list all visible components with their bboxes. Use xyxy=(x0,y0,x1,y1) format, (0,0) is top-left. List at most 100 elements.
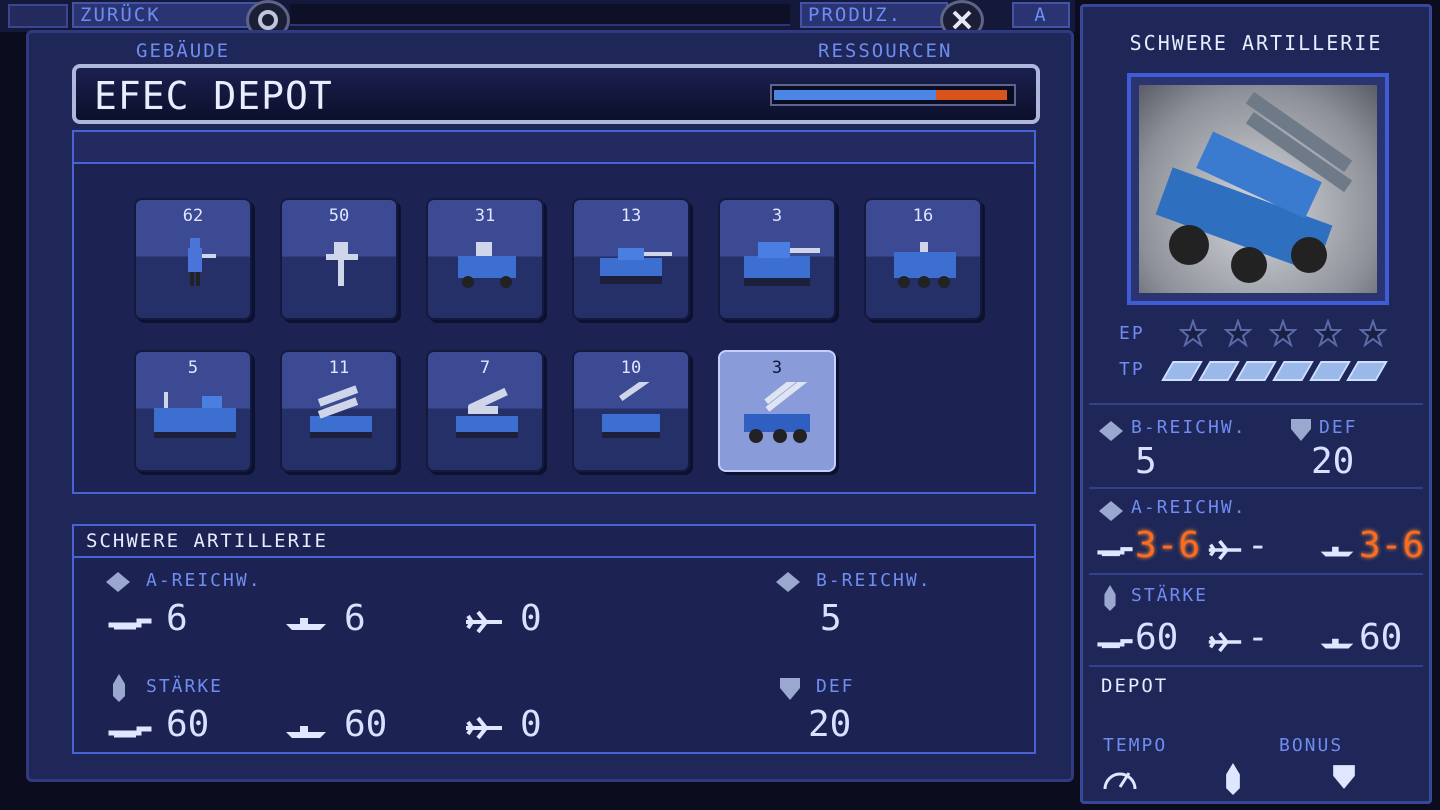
resources-label: RESSOURCEN xyxy=(818,40,953,62)
strength-label: STÄRKE xyxy=(146,676,224,697)
a-range-air: 0 xyxy=(520,598,542,639)
top-bar-strip xyxy=(290,4,790,26)
strength-ground: 60 xyxy=(166,704,210,745)
a-range-ground: 6 xyxy=(166,598,188,639)
unit-count: 10 xyxy=(620,358,642,378)
unit-count: 16 xyxy=(912,206,934,226)
right-strength-sea: 60 xyxy=(1359,617,1403,658)
sea-unit-icon-right xyxy=(1320,546,1354,557)
unit-card-apc[interactable]: 16 xyxy=(864,198,982,320)
right-strength-air: - xyxy=(1247,617,1269,658)
unit-card-tank[interactable]: 3 xyxy=(718,198,836,320)
star-icon xyxy=(1224,319,1252,347)
tp-label: TP xyxy=(1119,359,1145,380)
top-bar: ZURÜCK PRODUZ. A xyxy=(0,0,1075,40)
star-icon xyxy=(1179,319,1207,347)
tp-segment xyxy=(1235,361,1277,381)
unit-count: 7 xyxy=(479,358,491,378)
top-bar-left-stub xyxy=(8,4,68,28)
multi-launcher-icon xyxy=(296,382,386,452)
unit-card-multi-launcher[interactable]: 11 xyxy=(280,350,398,472)
tempo-label: TEMPO xyxy=(1103,735,1168,756)
close-icon xyxy=(952,10,972,30)
unit-count: 3 xyxy=(771,206,783,226)
unit-count: 62 xyxy=(182,206,204,226)
def-label: DEF xyxy=(816,676,855,697)
range-icon xyxy=(106,572,130,592)
unit-card-missile-tank[interactable]: 7 xyxy=(426,350,544,472)
b-range-icon xyxy=(776,572,800,592)
a-range-icon-right xyxy=(1099,501,1123,521)
right-def-value: 20 xyxy=(1311,441,1355,482)
unit-card-mech-infantry[interactable]: 50 xyxy=(280,198,398,320)
strength-sea: 60 xyxy=(344,704,388,745)
ground-unit-icon-right xyxy=(1097,547,1133,557)
unit-count: 31 xyxy=(474,206,496,226)
detail-title: SCHWERE ARTILLERIE xyxy=(74,526,1034,558)
circle-icon xyxy=(258,10,278,30)
right-a-range-ground: 3-6 xyxy=(1135,525,1201,566)
strength-rocket-icon-right xyxy=(1104,585,1116,611)
ground-unit-icon-right-2 xyxy=(1097,639,1133,649)
strength-air: 0 xyxy=(520,704,542,745)
rocket-truck-icon xyxy=(150,382,240,452)
right-def-label: DEF xyxy=(1319,417,1358,438)
right-b-range-value: 5 xyxy=(1135,441,1157,482)
rocket-icon xyxy=(113,674,125,702)
light-tank-icon xyxy=(588,230,678,300)
heavy-artillery-icon xyxy=(734,364,824,452)
mech-infantry-icon xyxy=(296,230,386,300)
artillery-icon xyxy=(588,367,678,452)
missile-tank-icon xyxy=(442,382,532,452)
unit-portrait-image xyxy=(1139,85,1377,293)
heavy-artillery-image xyxy=(1155,91,1353,283)
separator xyxy=(1089,487,1423,489)
resource-fill-blue xyxy=(774,90,936,100)
depot-label: DEPOT xyxy=(1101,675,1169,697)
sea-unit-icon-right-2 xyxy=(1320,638,1354,649)
air-unit-icon-2 xyxy=(466,716,502,740)
tp-segment xyxy=(1346,361,1388,381)
unit-card-rocket-truck[interactable]: 5 xyxy=(134,350,252,472)
speedometer-icon xyxy=(1103,772,1137,790)
unit-portrait xyxy=(1127,73,1389,305)
tp-segment xyxy=(1198,361,1240,381)
building-label: GEBÄUDE xyxy=(136,40,231,62)
sea-unit-icon xyxy=(286,618,326,630)
produce-button[interactable]: PRODUZ. xyxy=(800,2,948,28)
right-a-range-air: - xyxy=(1247,525,1269,566)
unit-card-infantry[interactable]: 62 xyxy=(134,198,252,320)
unit-card-jeep[interactable]: 31 xyxy=(426,198,544,320)
ep-label: EP xyxy=(1119,323,1145,344)
unit-card-artillery[interactable]: 10 xyxy=(572,350,690,472)
air-unit-icon xyxy=(466,610,502,634)
sea-unit-icon-2 xyxy=(286,726,326,738)
b-range-label: B-REICHW. xyxy=(816,570,932,591)
unit-count: 11 xyxy=(328,358,350,378)
unit-count: 13 xyxy=(620,206,642,226)
right-a-range-sea: 3-6 xyxy=(1359,525,1425,566)
a-button[interactable]: A xyxy=(1012,2,1070,28)
unit-info-panel: SCHWERE ARTILLERIE EP TP B-REICHW. DEF 5… xyxy=(1080,4,1432,804)
unit-card-heavy-artillery[interactable]: 3 xyxy=(718,350,836,472)
def-value: 20 xyxy=(808,704,852,745)
back-button[interactable]: ZURÜCK xyxy=(72,2,262,28)
rocket-bonus-icon xyxy=(1226,763,1240,795)
unit-card-light-tank[interactable]: 13 xyxy=(572,198,690,320)
infantry-icon xyxy=(150,230,240,300)
shield-icon xyxy=(780,678,800,700)
detail-panel: SCHWERE ARTILLERIE A-REICHW. 6 6 0 B-REI… xyxy=(72,524,1036,754)
a-range-label: A-REICHW. xyxy=(146,570,262,591)
separator xyxy=(1089,665,1423,667)
def-shield-icon-right xyxy=(1291,419,1311,441)
jeep-icon xyxy=(442,230,532,300)
ground-unit-icon xyxy=(108,618,152,630)
unit-info-title: SCHWERE ARTILLERIE xyxy=(1129,31,1383,55)
a-range-sea: 6 xyxy=(344,598,366,639)
unit-grid-header xyxy=(74,132,1034,164)
tp-segment xyxy=(1161,361,1203,381)
unit-count: 50 xyxy=(328,206,350,226)
b-range-value: 5 xyxy=(820,598,842,639)
right-a-range-label: A-REICHW. xyxy=(1131,497,1247,518)
apc-icon xyxy=(880,230,970,300)
